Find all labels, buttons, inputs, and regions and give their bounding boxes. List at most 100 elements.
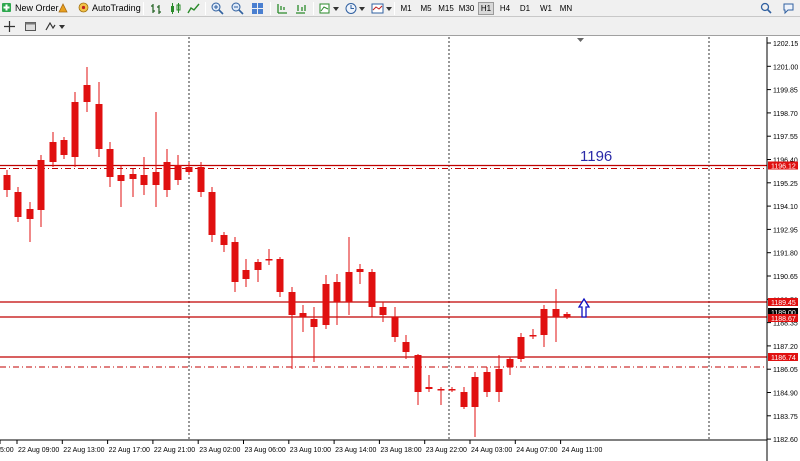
candle-body	[448, 389, 456, 391]
main-toolbar: New Order AutoTrading M1 M5 M15 M30 H1 H…	[0, 0, 800, 17]
candlestick-chart-icon[interactable]	[169, 2, 182, 15]
price-tick-label: 1197.55	[773, 134, 798, 141]
time-tick-label: 23 Aug 18:00	[380, 447, 421, 454]
candlestick	[276, 257, 284, 297]
candle-body	[540, 309, 548, 335]
autoscroll-icon[interactable]	[294, 2, 307, 15]
candle-body	[265, 259, 273, 261]
candle-body	[322, 284, 330, 325]
window-icon[interactable]	[24, 20, 37, 33]
candle-body	[71, 102, 79, 157]
candle-body	[368, 272, 376, 307]
level-label-text: 1186.74	[771, 355, 796, 362]
tile-windows-icon[interactable]	[251, 2, 264, 15]
line-studies-toolbar	[0, 17, 800, 36]
timeframe-mn[interactable]: MN	[557, 2, 575, 15]
candle-body	[402, 342, 410, 352]
chart-shift-icon[interactable]	[276, 2, 289, 15]
search-icon[interactable]	[760, 2, 773, 15]
time-tick-label: 22 Aug 21:00	[154, 447, 195, 454]
bar-chart-icon[interactable]	[150, 2, 163, 15]
candle-body	[483, 372, 491, 392]
candle-body	[506, 359, 514, 367]
candle-body	[129, 174, 137, 179]
candle-body	[197, 167, 205, 192]
zoom-out-icon[interactable]	[231, 2, 244, 15]
indicators-icon[interactable]	[319, 2, 341, 15]
level-label: 1186.74	[768, 353, 798, 362]
price-tick-label: 1186.05	[773, 367, 798, 374]
periodicity-icon[interactable]	[345, 2, 367, 15]
level-label: 1196.12	[768, 161, 798, 171]
time-tick-label: 23 Aug 02:00	[199, 447, 240, 454]
time-tick-label: 24 Aug 11:00	[562, 447, 603, 454]
candle-body	[254, 262, 262, 270]
line-chart-icon[interactable]	[187, 2, 200, 15]
candle-body	[276, 259, 284, 292]
candlestick	[197, 162, 205, 197]
price-chart[interactable]: 1196 1202.15 1201.00 1199.85 1198.70 1197.55…	[0, 37, 800, 461]
timeframe-d1[interactable]: D1	[517, 2, 533, 15]
time-tick-label: 23 Aug 10:00	[290, 447, 331, 454]
time-tick-label: 24 Aug 07:00	[516, 447, 557, 454]
candle-body	[529, 335, 537, 337]
price-tick-label: 1191.80	[773, 251, 798, 258]
price-tick-label: 1202.15	[773, 41, 798, 48]
auto-trading-label: AutoTrading	[92, 2, 141, 13]
templates-icon[interactable]	[371, 2, 393, 15]
candle-body	[95, 104, 103, 149]
new-order-button[interactable]: New Order	[1, 2, 59, 13]
zoom-in-icon[interactable]	[211, 2, 224, 15]
candle-body	[299, 313, 307, 317]
candle-body	[310, 319, 318, 327]
candle-body	[471, 377, 479, 407]
candle-body	[3, 175, 11, 190]
candle-body	[563, 314, 571, 317]
candlestick	[71, 92, 79, 167]
timeframe-m30[interactable]: M30	[457, 2, 476, 15]
candle-body	[437, 389, 445, 391]
time-tick-label: 5:00	[0, 447, 14, 454]
price-tick-label: 1194.10	[773, 204, 798, 211]
candle-body	[83, 85, 91, 102]
candlestick	[14, 187, 22, 222]
time-tick-label: 23 Aug 06:00	[245, 447, 286, 454]
new-order-label: New Order	[15, 2, 59, 13]
candle-body	[60, 140, 68, 155]
candlestick	[517, 333, 525, 362]
time-tick-label: 22 Aug 17:00	[109, 447, 150, 454]
price-tick-label: 1199.85	[773, 88, 798, 95]
chat-icon[interactable]	[782, 2, 795, 15]
auto-trading-button[interactable]: AutoTrading	[78, 2, 141, 13]
candle-body	[152, 172, 160, 185]
price-tick-label: 1201.00	[773, 64, 798, 71]
expert-advisors-icon[interactable]	[57, 2, 69, 14]
time-tick-label: 24 Aug 03:00	[471, 447, 512, 454]
candle-body	[379, 307, 387, 315]
candle-body	[517, 337, 525, 359]
timeframe-w1[interactable]: W1	[538, 2, 554, 15]
candle-body	[37, 160, 45, 210]
new-order-icon	[2, 3, 11, 12]
timeframe-h1[interactable]: H1	[478, 2, 494, 15]
candle-body	[106, 149, 114, 177]
timeframe-m1[interactable]: M1	[398, 2, 414, 15]
price-tick-label: 1187.20	[773, 344, 798, 351]
time-tick-label: 22 Aug 13:00	[63, 447, 104, 454]
candle-body	[333, 282, 341, 302]
timeframe-m15[interactable]: M15	[437, 2, 455, 15]
crosshair-cursor-icon[interactable]	[3, 20, 16, 33]
candle-body	[14, 192, 22, 217]
candle-body	[552, 309, 560, 317]
timeframe-m5[interactable]: M5	[418, 2, 434, 15]
time-tick-label: 22 Aug 09:00	[18, 447, 59, 454]
candle-body	[414, 355, 422, 392]
time-tick-label: 23 Aug 22:00	[426, 447, 467, 454]
price-tick-label: 1195.25	[773, 181, 798, 188]
objects-dropdown-icon[interactable]	[44, 20, 66, 33]
timeframe-h4[interactable]: H4	[497, 2, 513, 15]
price-tick-label: 1182.60	[773, 437, 798, 444]
level-label-text: 1196.12	[771, 164, 796, 171]
price-annotation: 1196	[580, 148, 612, 165]
level-label: 1189.45	[768, 298, 798, 307]
